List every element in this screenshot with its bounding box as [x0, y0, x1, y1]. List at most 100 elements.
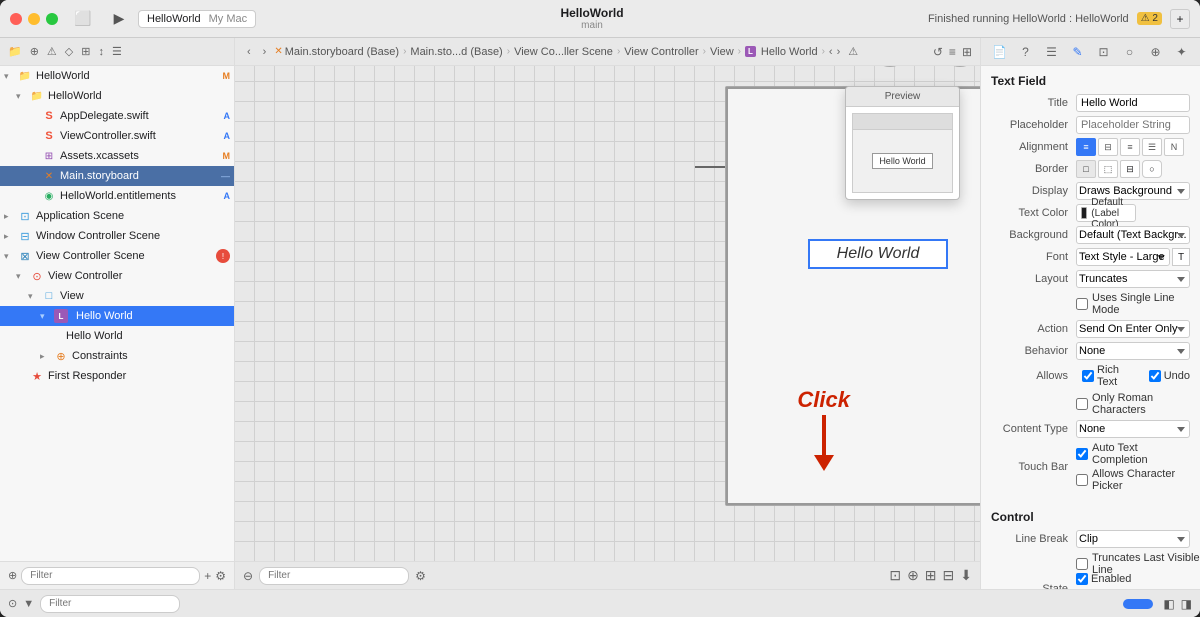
- border-line-btn[interactable]: ⬚: [1098, 160, 1118, 178]
- sidebar-toggle-icon[interactable]: ⬜: [74, 10, 92, 28]
- zoom-out-icon[interactable]: ⊖: [243, 569, 253, 583]
- nav-item-mainstoryboard[interactable]: ▸ ✕ Main.storyboard —: [0, 166, 234, 186]
- nav-item-viewcontroller[interactable]: ▸ S ViewController.swift A: [0, 126, 234, 146]
- bottom-icon-1[interactable]: ⊙: [8, 597, 17, 610]
- nav-icon-report[interactable]: ☰: [110, 43, 124, 60]
- placeholder-input[interactable]: [1076, 116, 1190, 134]
- nav-item-helloworld-group[interactable]: ▾ 📁 HelloWorld: [0, 86, 234, 106]
- nav-item-helloworld-sub[interactable]: ▸ Hello World: [0, 326, 234, 346]
- nav-item-assets[interactable]: ▸ ⊞ Assets.xcassets M: [0, 146, 234, 166]
- storyboard-settings-icon[interactable]: ⚙: [415, 569, 426, 583]
- contenttype-select[interactable]: None: [1076, 420, 1190, 438]
- inspector-font-row: Font Text Style - Large Title T: [981, 246, 1200, 268]
- title-input[interactable]: [1076, 94, 1190, 112]
- breadcrumb-actions[interactable]: ‹›: [829, 46, 840, 58]
- inspector-effects-icon[interactable]: ✦: [1173, 43, 1191, 61]
- nav-icon-folder[interactable]: 📁: [6, 43, 24, 60]
- inspector-bindings-icon[interactable]: ⊕: [1147, 43, 1165, 61]
- constraints-icon-toolbar[interactable]: ⊞: [925, 567, 937, 584]
- inspector-identity-icon[interactable]: ☰: [1043, 43, 1061, 61]
- breadcrumb-item-3[interactable]: View Co...ller Scene: [514, 46, 613, 58]
- breadcrumb-item-6[interactable]: L Hello World: [745, 46, 818, 58]
- scheme-selector[interactable]: HelloWorld My Mac: [138, 10, 256, 28]
- font-select[interactable]: Text Style - Large Title: [1076, 248, 1170, 266]
- char-picker-checkbox[interactable]: [1076, 474, 1088, 486]
- linebreak-select[interactable]: Clip: [1076, 530, 1190, 548]
- back-button[interactable]: ‹: [243, 44, 255, 60]
- bottom-toggle-right[interactable]: ◨: [1181, 597, 1192, 611]
- canvas-settings-icon[interactable]: ⊞: [962, 45, 972, 59]
- canvas-download-icon[interactable]: ⬇: [960, 567, 972, 584]
- inspector-attributes-icon[interactable]: ✎: [1069, 43, 1087, 61]
- nav-item-helloworld-root[interactable]: ▾ 📁 HelloWorld M: [0, 66, 234, 86]
- list-view-icon[interactable]: ≡: [949, 45, 956, 59]
- nav-icon-source[interactable]: ↕: [96, 44, 106, 60]
- textcolor-swatch[interactable]: Default (Label Color): [1076, 204, 1136, 222]
- nav-item-constraints[interactable]: ▸ ⊕ Constraints: [0, 346, 234, 366]
- border-rounded-btn[interactable]: ○: [1142, 160, 1162, 178]
- breadcrumb-item-2[interactable]: Main.sto...d (Base): [410, 46, 502, 58]
- nav-item-entitlements[interactable]: ▸ ◉ HelloWorld.entitlements A: [0, 186, 234, 206]
- nav-settings-icon[interactable]: ⚙: [215, 569, 226, 583]
- nav-add-icon[interactable]: +: [204, 569, 211, 583]
- enabled-checkbox[interactable]: [1076, 573, 1088, 585]
- align-justify-btn[interactable]: ☰: [1142, 138, 1162, 156]
- bottom-filter-input[interactable]: [40, 595, 180, 613]
- layout-select[interactable]: Truncates: [1076, 270, 1190, 288]
- breadcrumb-warning[interactable]: ⚠: [848, 45, 858, 58]
- run-button[interactable]: ▶: [108, 8, 130, 30]
- minimize-button[interactable]: [28, 13, 40, 25]
- undo-checkbox[interactable]: [1149, 370, 1161, 382]
- nav-item-helloworld-label[interactable]: ▾ L Hello World: [0, 306, 234, 326]
- breadcrumb-item-1[interactable]: ✕ Main.storyboard (Base): [274, 46, 399, 58]
- rich-text-checkbox[interactable]: [1082, 370, 1094, 382]
- storyboard-filter-input[interactable]: [259, 567, 409, 585]
- truncates-checkbox[interactable]: [1076, 558, 1088, 570]
- nav-icon-warning[interactable]: ⚠: [45, 43, 59, 60]
- expand-button[interactable]: +: [1170, 9, 1190, 29]
- nav-icon-test[interactable]: ◇: [63, 43, 75, 60]
- canvas-textfield[interactable]: Hello World: [808, 239, 948, 269]
- refresh-icon[interactable]: ↺: [933, 45, 943, 59]
- nav-item-first-responder[interactable]: ▸ ★ First Responder: [0, 366, 234, 386]
- single-line-checkbox[interactable]: [1076, 298, 1088, 310]
- bottom-icon-2[interactable]: ▼: [23, 598, 34, 610]
- align-center-btn[interactable]: ⊟: [1098, 138, 1118, 156]
- background-select[interactable]: Default (Text Backgr...: [1076, 226, 1190, 244]
- action-select[interactable]: Send On Enter Only: [1076, 320, 1190, 338]
- nav-item-view[interactable]: ▾ □ View: [0, 286, 234, 306]
- roman-chars-checkbox[interactable]: [1076, 398, 1088, 410]
- forward-button[interactable]: ›: [259, 44, 271, 60]
- align-left-btn[interactable]: ≡: [1076, 138, 1096, 156]
- item-badge: A: [224, 191, 231, 201]
- nav-icon-search[interactable]: ⊕: [28, 43, 41, 60]
- scheme-name: HelloWorld: [147, 13, 201, 25]
- add-object-icon[interactable]: ⊕: [907, 567, 919, 584]
- border-bezel-btn[interactable]: ⊟: [1120, 160, 1140, 178]
- navigator-filter-input[interactable]: [21, 567, 200, 585]
- layout-icon[interactable]: ⊡: [889, 567, 901, 584]
- align-right-btn[interactable]: ≡: [1120, 138, 1140, 156]
- breadcrumb-item-4[interactable]: View Controller: [624, 46, 698, 58]
- nav-item-vcscene[interactable]: ▾ ⊠ View Controller Scene !: [0, 246, 234, 266]
- inspector-connections-icon[interactable]: ○: [1121, 43, 1139, 61]
- nav-item-windowscene[interactable]: ▸ ⊟ Window Controller Scene: [0, 226, 234, 246]
- nav-item-appdelegate[interactable]: ▸ S AppDelegate.swift A: [0, 106, 234, 126]
- close-button[interactable]: [10, 13, 22, 25]
- auto-text-checkbox[interactable]: [1076, 448, 1088, 460]
- inspector-size-icon[interactable]: ⊡: [1095, 43, 1113, 61]
- nav-item-appscene[interactable]: ▸ ⊡ Application Scene: [0, 206, 234, 226]
- border-none-btn[interactable]: □: [1076, 160, 1096, 178]
- inspector-quick-help-icon[interactable]: ?: [1017, 43, 1035, 61]
- fullscreen-button[interactable]: [46, 13, 58, 25]
- breadcrumb-item-5[interactable]: View: [710, 46, 734, 58]
- auto-layout-icon[interactable]: ⊟: [943, 567, 955, 584]
- bottom-toggle-left[interactable]: ◧: [1163, 597, 1174, 611]
- font-picker-btn[interactable]: T: [1172, 248, 1190, 266]
- inspector-file-icon[interactable]: 📄: [991, 43, 1009, 61]
- align-natural-btn[interactable]: N: [1164, 138, 1184, 156]
- nav-item-vc[interactable]: ▾ ⊙ View Controller: [0, 266, 234, 286]
- warning-badge[interactable]: ⚠ 2: [1137, 12, 1162, 25]
- behavior-select[interactable]: None: [1076, 342, 1190, 360]
- nav-icon-debug[interactable]: ⊞: [79, 43, 92, 60]
